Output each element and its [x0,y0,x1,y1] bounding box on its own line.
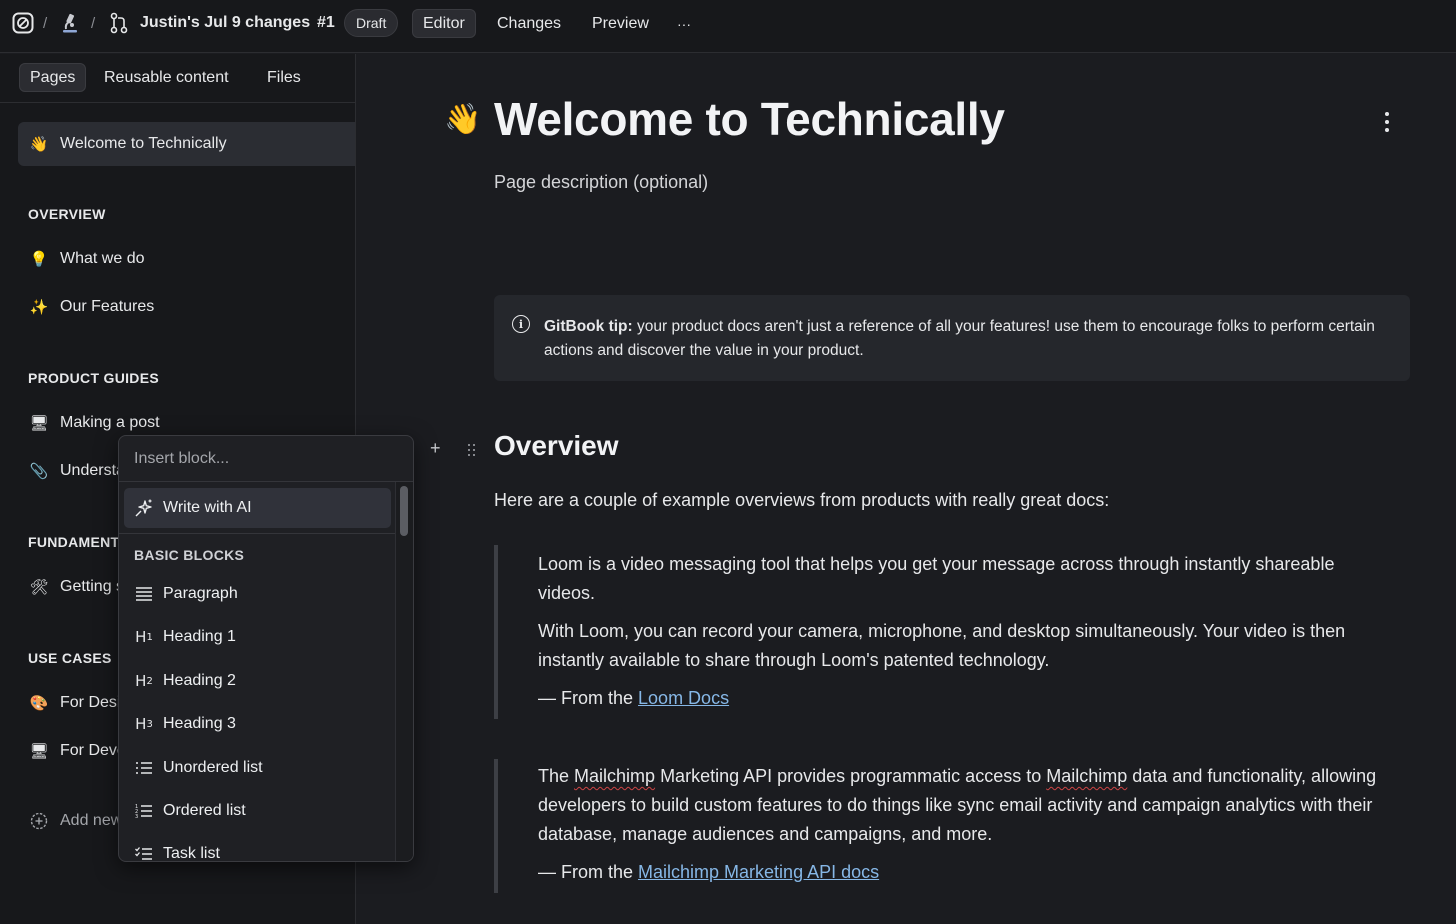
insert-block-search-input[interactable] [119,436,413,482]
overview-intro[interactable]: Here are a couple of example overviews f… [494,490,1109,511]
info-icon: i [512,315,530,333]
desktop-icon: 🖥 [29,743,49,760]
svg-text:3: 3 [135,814,138,819]
block-option-label: Unordered list [163,759,263,776]
sidebar-item-label: Making a post [60,414,160,431]
quote-paragraph: Loom is a video messaging tool that help… [538,554,1335,603]
block-option-label: Heading 1 [163,628,236,645]
block-option-heading-3[interactable]: H3 Heading 3 [124,705,391,743]
microscope-icon[interactable] [60,0,80,46]
section-title-overview: OVERVIEW [28,206,106,222]
sidebar-item-label: What we do [60,250,145,267]
tab-changes[interactable]: Changes [487,9,571,38]
change-request-number: #1 [317,14,335,31]
branch-icon [109,0,129,46]
basic-blocks-title: BASIC BLOCKS [134,547,245,563]
quote-paragraph: With Loom, you can record your camera, m… [538,621,1346,670]
write-with-ai-label: Write with AI [163,499,252,516]
sidebar-item-label: Our Features [60,298,155,315]
lightbulb-icon: 💡 [29,251,49,268]
top-bar: / / Justin's Jul 9 changes #1 Draft Edit… [0,0,1456,53]
hint-bold-label: GitBook tip: [544,318,633,335]
quote-block-loom[interactable]: Loom is a video messaging tool that help… [494,545,1394,719]
block-option-heading-1[interactable]: H1 Heading 1 [124,618,391,656]
sidebar-item-our-features[interactable]: ✨ Our Features [18,285,355,329]
block-option-task-list[interactable]: Task list [124,835,391,862]
gitbook-logo-icon[interactable] [12,0,34,46]
drag-handle-icon[interactable] [468,444,476,456]
sidebar-item-what-we-do[interactable]: 💡 What we do [18,237,355,281]
quote-paragraph: The Mailchimp Marketing API provides pro… [538,762,1394,849]
tab-preview[interactable]: Preview [582,9,659,38]
block-option-unordered-list[interactable]: Unordered list [124,749,391,787]
section-title-product-guides: PRODUCT GUIDES [28,370,159,386]
editor-area: 👋 Welcome to Technically Page descriptio… [356,54,1456,924]
sidebar-item-label: Welcome to Technically [60,135,227,152]
section-title-use-cases: USE CASES [28,650,112,666]
insert-block-menu: Write with AI BASIC BLOCKS Paragraph H1 … [118,435,414,862]
sidebar-item-welcome[interactable]: 👋 Welcome to Technically [18,122,355,166]
overview-heading[interactable]: Overview [494,430,619,462]
page-description-field[interactable]: Page description (optional) [494,172,708,193]
status-badge: Draft [344,9,399,37]
mailchimp-docs-link[interactable]: Mailchimp Marketing API docs [638,862,879,882]
heading-1-icon: H1 [135,628,153,646]
attribution-prefix: — From the [538,688,639,708]
tab-reusable-content[interactable]: Reusable content [94,63,239,92]
block-option-label: Heading 2 [163,672,236,689]
add-block-icon[interactable]: + [430,438,441,459]
hint-body: your product docs aren't just a referenc… [544,318,1375,359]
sparkle-ai-icon [134,498,154,518]
page-emoji-icon[interactable]: 👋 [444,102,481,137]
block-option-label: Task list [163,845,220,862]
page-title[interactable]: Welcome to Technically [494,92,1005,146]
sparkles-icon: ✨ [29,299,49,316]
loom-docs-link[interactable]: Loom Docs [638,688,729,708]
add-new-label: Add new [60,812,123,829]
block-option-heading-2[interactable]: H2 Heading 2 [124,662,391,700]
sidebar-tabs: Pages Reusable content Files [0,54,355,103]
quote-attribution: — From the Mailchimp Marketing API docs [538,858,1394,887]
block-option-label: Heading 3 [163,715,236,732]
menu-scrollbar-thumb[interactable] [400,486,408,536]
tab-editor[interactable]: Editor [412,9,476,38]
menu-divider [119,533,396,534]
tools-icon: 🛠 [29,579,49,596]
breadcrumb-separator: / [43,14,48,32]
tab-pages[interactable]: Pages [19,63,87,92]
text-run: Marketing API provides programmatic acce… [655,766,1047,786]
change-request-title[interactable]: Justin's Jul 9 changes [140,0,310,46]
waving-hand-icon: 👋 [29,136,49,153]
block-option-label: Ordered list [163,802,246,819]
menu-scrollbar[interactable] [395,482,413,861]
spellcheck-word: Mailchimp [574,766,656,786]
attribution-prefix: — From the [538,862,639,882]
block-option-label: Paragraph [163,585,238,602]
more-menu-button[interactable]: ··· [667,9,701,38]
write-with-ai-button[interactable]: Write with AI [124,488,391,528]
spellcheck-word: Mailchimp [1046,766,1128,786]
page-options-icon[interactable] [1382,110,1392,134]
computer-icon: 🖥 [29,415,49,432]
text-run: The [538,766,575,786]
heading-2-icon: H2 [135,672,153,690]
paragraph-icon [134,586,154,602]
block-option-paragraph[interactable]: Paragraph [124,575,391,613]
palette-icon: 🎨 [29,695,49,712]
unordered-list-icon [134,760,154,776]
task-list-icon [134,846,154,861]
paperclip-icon: 📎 [29,463,49,480]
tab-files[interactable]: Files [257,63,311,92]
hint-text: GitBook tip: your product docs aren't ju… [544,315,1384,363]
breadcrumb-separator: / [91,14,96,32]
block-option-ordered-list[interactable]: 123 Ordered list [124,792,391,830]
add-circle-icon [28,812,50,830]
heading-3-icon: H3 [135,715,153,733]
quote-block-mailchimp[interactable]: The Mailchimp Marketing API provides pro… [494,759,1394,893]
quote-attribution: — From the Loom Docs [538,684,1394,713]
hint-block[interactable]: i GitBook tip: your product docs aren't … [494,295,1410,381]
ordered-list-icon: 123 [134,803,154,819]
